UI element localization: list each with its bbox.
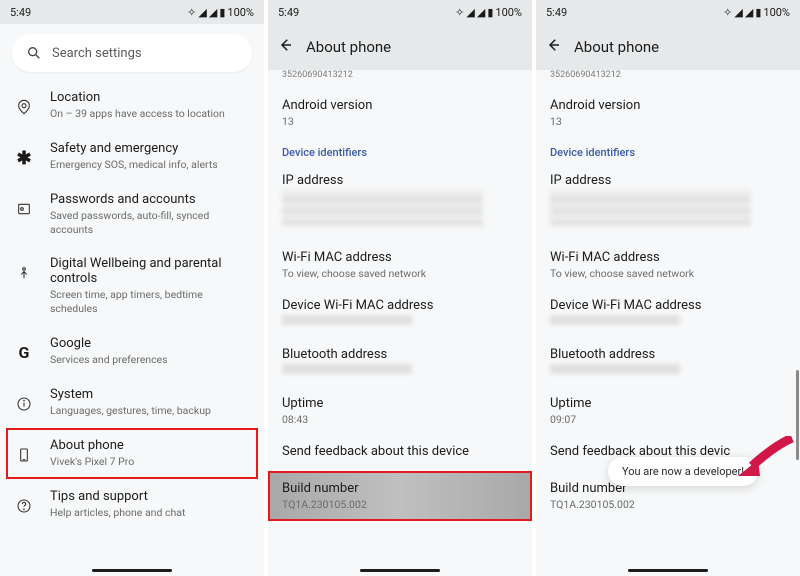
phone-icon — [10, 441, 38, 469]
clock: 5:49 — [278, 6, 299, 19]
status-icons: ✧ ◢ ◢ ▮ 100% — [723, 6, 790, 19]
cell-icon: ◢ — [745, 6, 753, 19]
bluetooth-row[interactable]: Bluetooth address — [550, 347, 786, 378]
wifi-mac-row[interactable]: Wi-Fi MAC address To view, choose saved … — [550, 250, 786, 280]
location-icon — [10, 93, 38, 121]
build-number-row[interactable]: Build number TQ1A.230105.002 — [268, 471, 532, 521]
gesture-nav-bar[interactable] — [628, 569, 708, 572]
page-title: About phone — [574, 38, 659, 56]
setting-wellbeing[interactable]: Digital Wellbeing and parental controlsS… — [6, 246, 258, 325]
key-icon — [10, 195, 38, 223]
battery-icon: ▮ — [487, 6, 493, 19]
search-icon — [26, 45, 42, 61]
developer-toast: You are now a developer! — [608, 457, 758, 486]
google-icon: G — [10, 339, 38, 367]
ip-address-row[interactable]: IP address — [282, 173, 518, 232]
scrollbar[interactable] — [796, 370, 799, 460]
blurred-value — [550, 364, 680, 374]
android-version-row[interactable]: Android version 13 — [282, 98, 518, 128]
cell-icon: ◢ — [209, 6, 217, 19]
truncated-prev-value: 35260690413212 — [550, 70, 786, 80]
asterisk-icon: ✱ — [10, 144, 38, 172]
status-bar: 5:49 ✧ ◢ ◢ ▮ 100% — [536, 0, 800, 24]
battery-icon: ▮ — [219, 6, 225, 19]
help-icon — [10, 492, 38, 520]
truncated-prev-value: 35260690413212 — [282, 70, 518, 80]
setting-passwords[interactable]: Passwords and accountsSaved passwords, a… — [6, 182, 258, 246]
about-topbar: About phone — [536, 24, 800, 70]
back-icon[interactable] — [276, 36, 294, 58]
uptime-row[interactable]: Uptime 08:43 — [282, 396, 518, 426]
status-icons: ✧ ◢ ◢ ▮ 100% — [455, 6, 522, 19]
search-placeholder: Search settings — [52, 46, 142, 61]
wifi-mac-row[interactable]: Wi-Fi MAC address To view, choose saved … — [282, 250, 518, 280]
device-wifi-mac-row[interactable]: Device Wi-Fi MAC address — [282, 298, 518, 329]
wellbeing-icon — [10, 259, 38, 287]
about-topbar: About phone — [268, 24, 532, 70]
info-icon — [10, 390, 38, 418]
gesture-nav-bar[interactable] — [360, 569, 440, 572]
gesture-nav-bar[interactable] — [92, 569, 172, 572]
device-identifiers-header: Device identifiers — [550, 146, 786, 159]
status-icons: ✧ ◢ ◢ ▮ 100% — [187, 6, 254, 19]
setting-about-phone[interactable]: About phoneVivek's Pixel 7 Pro — [6, 428, 258, 479]
clock: 5:49 — [546, 6, 567, 19]
vibrate-icon: ✧ — [187, 6, 196, 19]
clock: 5:49 — [10, 6, 31, 19]
back-icon[interactable] — [544, 36, 562, 58]
status-bar: 5:49 ✧ ◢ ◢ ▮ 100% — [268, 0, 532, 24]
blurred-value — [282, 364, 412, 374]
battery-icon: ▮ — [755, 6, 761, 19]
status-bar: 5:49 ✧ ◢ ◢ ▮ 100% — [0, 0, 264, 24]
blurred-value — [282, 190, 483, 226]
wifi-icon: ◢ — [466, 6, 474, 19]
blurred-value — [550, 190, 751, 226]
blurred-value — [550, 315, 680, 325]
setting-tips[interactable]: Tips and supportHelp articles, phone and… — [6, 479, 258, 530]
feedback-row[interactable]: Send feedback about this device — [282, 444, 518, 461]
cell-icon: ◢ — [477, 6, 485, 19]
device-wifi-mac-row[interactable]: Device Wi-Fi MAC address — [550, 298, 786, 329]
setting-location[interactable]: LocationOn – 39 apps have access to loca… — [6, 80, 258, 131]
search-settings-input[interactable]: Search settings — [12, 34, 252, 72]
uptime-row[interactable]: Uptime 09:07 — [550, 396, 786, 426]
wifi-icon: ◢ — [734, 6, 742, 19]
setting-safety[interactable]: ✱ Safety and emergencyEmergency SOS, med… — [6, 131, 258, 182]
setting-google[interactable]: G GoogleServices and preferences — [6, 326, 258, 377]
android-version-row[interactable]: Android version 13 — [550, 98, 786, 128]
vibrate-icon: ✧ — [455, 6, 464, 19]
ip-address-row[interactable]: IP address — [550, 173, 786, 232]
vibrate-icon: ✧ — [723, 6, 732, 19]
wifi-icon: ◢ — [198, 6, 206, 19]
page-title: About phone — [306, 38, 391, 56]
blurred-value — [282, 315, 412, 325]
settings-list: LocationOn – 39 apps have access to loca… — [0, 80, 264, 576]
setting-system[interactable]: SystemLanguages, gestures, time, backup — [6, 377, 258, 428]
device-identifiers-header: Device identifiers — [282, 146, 518, 159]
bluetooth-row[interactable]: Bluetooth address — [282, 347, 518, 378]
